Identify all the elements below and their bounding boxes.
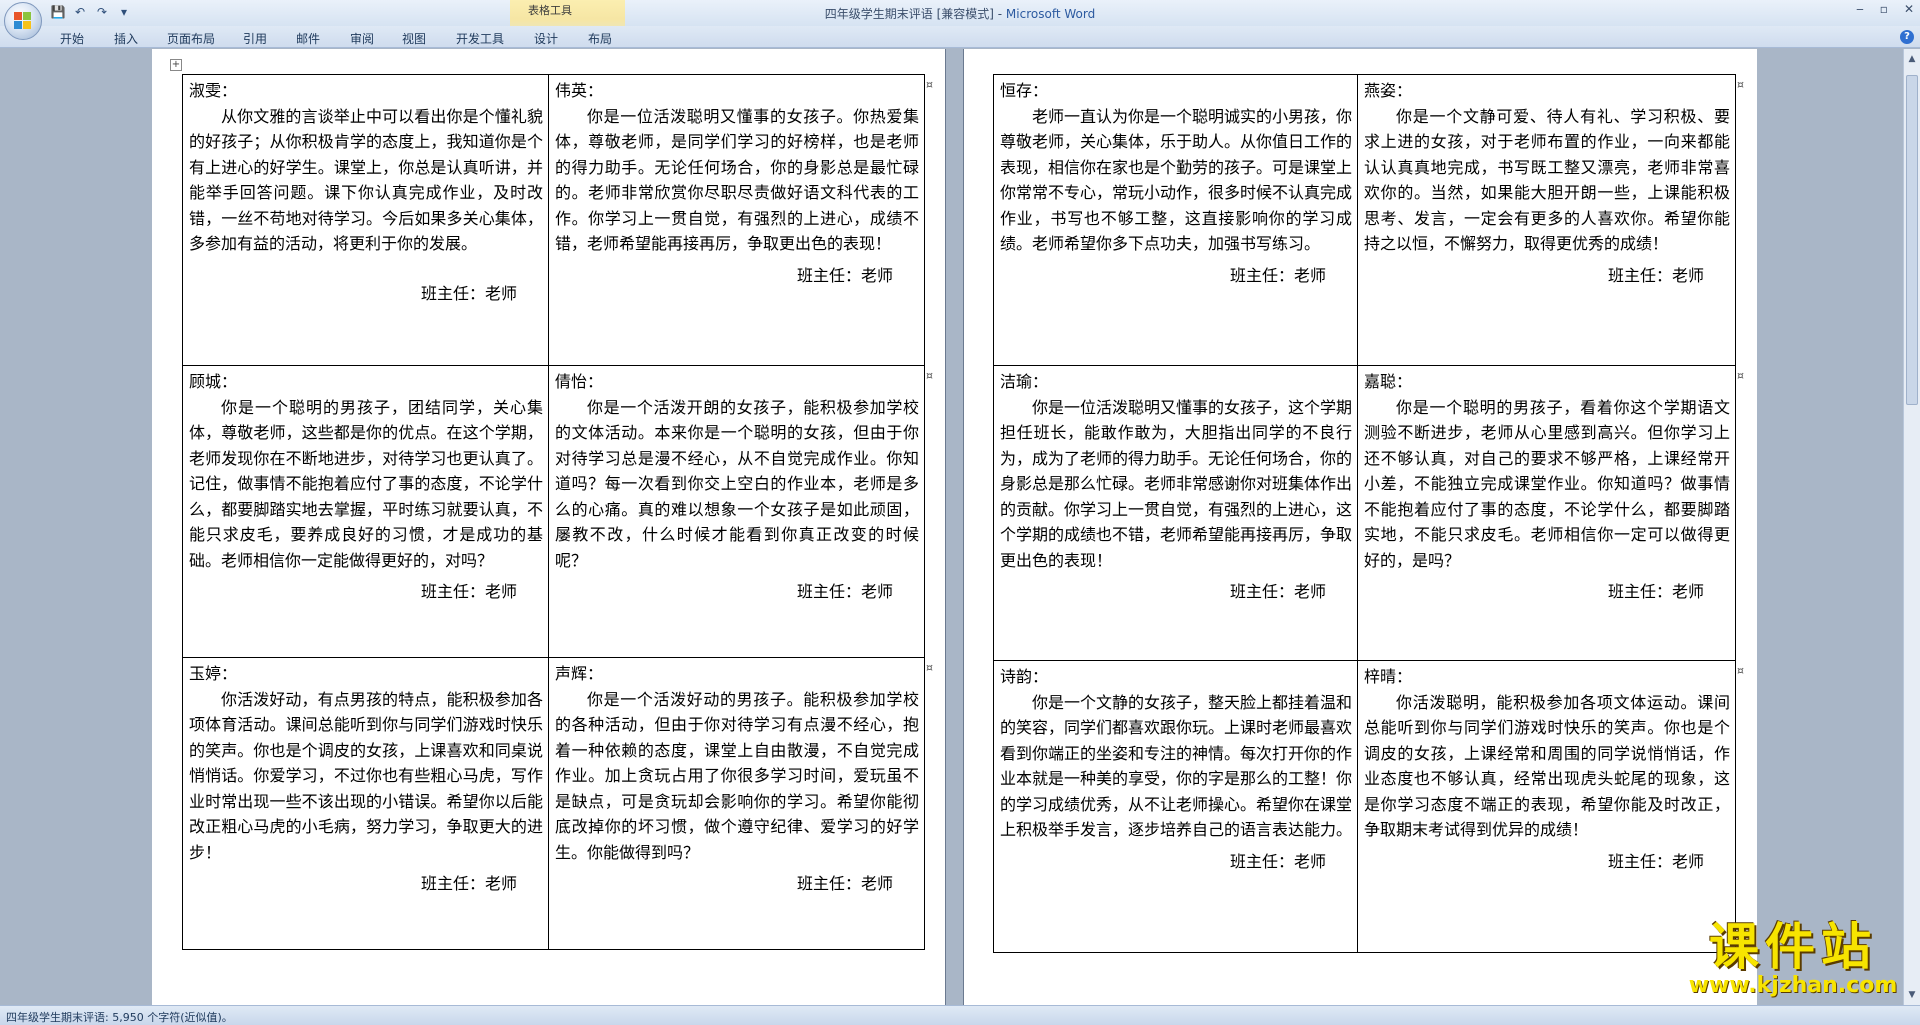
scroll-thumb[interactable]: [1906, 75, 1918, 405]
vertical-scrollbar[interactable]: ▲ ▼: [1903, 49, 1920, 1005]
student-name: 诗韵：: [1000, 667, 1049, 686]
help-icon[interactable]: ?: [1900, 30, 1914, 44]
teacher-signature: 班主任：老师: [1229, 582, 1326, 601]
tab-insert[interactable]: 插入: [114, 30, 138, 47]
teacher-signature: 班主任：老师: [1607, 851, 1704, 871]
teacher-signature: 班主任：老师: [420, 283, 517, 303]
comment-text: 从你文雅的言谈举止中可以看出你是个懂礼貌的好孩子；从你积极肯学的态度上，我知道你…: [189, 106, 543, 254]
tab-home[interactable]: 开始: [60, 30, 84, 47]
comments-table-left: 淑雯： 从你文雅的言谈举止中可以看出你是个懂礼貌的好孩子；从你积极肯学的态度上，…: [182, 74, 925, 950]
table-row: 顾城： 你是一个聪明的男孩子，团结同学，关心集体，尊敬老师，这些都是你的优点。在…: [182, 365, 925, 658]
teacher-signature: 班主任：老师: [420, 582, 517, 601]
teacher-signature: 班主任：老师: [1229, 265, 1326, 285]
office-button[interactable]: [4, 2, 42, 40]
status-bar: 四年级学生期末评语: 5,950 个字符(近似值)。: [0, 1005, 1920, 1025]
window-title: 四年级学生期末评语 [兼容模式] - Microsoft Word: [0, 5, 1920, 22]
table-row: 诗韵： 你是一个文静的女孩子，整天脸上都挂着温和的笑容，同学们都喜欢跟你玩。上课…: [993, 660, 1736, 953]
student-name: 燕姿：: [1364, 81, 1413, 100]
comment-text: 你是一个活泼开朗的女孩子，能积极参加学校的文体活动。本来你是一个聪明的女孩，但由…: [555, 397, 919, 570]
comment-cell[interactable]: 声辉： 你是一个活泼好动的男孩子。能积极参加学校的各种活动，但由于你对待学习有点…: [548, 657, 925, 950]
student-name: 玉婷：: [189, 664, 238, 683]
student-name: 淑雯：: [189, 81, 238, 100]
student-name: 声辉：: [555, 664, 604, 683]
window-controls: ‒ ▫ ✕: [1856, 2, 1914, 16]
comment-text: 老师一直认为你是一个聪明诚实的小男孩，你尊敬老师，关心集体，乐于助人。从你值日工…: [1000, 106, 1353, 254]
comment-cell[interactable]: 诗韵： 你是一个文静的女孩子，整天脸上都挂着温和的笑容，同学们都喜欢跟你玩。上课…: [993, 660, 1358, 953]
teacher-signature: 班主任：老师: [1607, 582, 1704, 601]
tab-review[interactable]: 审阅: [350, 30, 374, 47]
minimize-icon[interactable]: ‒: [1856, 2, 1864, 16]
comment-text: 你是一个活泼好动的男孩子。能积极参加学校的各种活动，但由于你对待学习有点漫不经心…: [555, 689, 919, 862]
comment-cell[interactable]: 伟英： 你是一位活泼聪明又懂事的女孩子。你热爱集体，尊敬老师，是同学们学习的好榜…: [548, 74, 925, 366]
student-name: 倩怡：: [555, 372, 604, 391]
comment-text: 你是一个聪明的男孩子，看着你这个学期语文测验不断进步，老师从心里感到高兴。但你学…: [1364, 397, 1730, 570]
table-row: 玉婷： 你活泼好动，有点男孩的特点，能积极参加各项体育活动。课间总能听到你与同学…: [182, 657, 925, 950]
comment-cell[interactable]: 洁瑜： 你是一位活泼聪明又懂事的女孩子，这个学期担任班长，能敢作敢为，大胆指出同…: [993, 365, 1358, 661]
row-end-mark: ¤: [1737, 78, 1744, 91]
row-end-mark: ¤: [1737, 369, 1744, 382]
comment-text: 你活泼聪明，能积极参加各项文体运动。课间总能听到你与同学们游戏时快乐的笑声。你也…: [1364, 692, 1730, 840]
comment-cell[interactable]: 淑雯： 从你文雅的言谈举止中可以看出你是个懂礼貌的好孩子；从你积极肯学的态度上，…: [182, 74, 549, 366]
table-row: 洁瑜： 你是一位活泼聪明又懂事的女孩子，这个学期担任班长，能敢作敢为，大胆指出同…: [993, 365, 1736, 661]
ribbon-tabs: 开始 插入 页面布局 引用 邮件 审阅 视图 开发工具 设计 布局 ?: [0, 26, 1920, 48]
close-icon[interactable]: ✕: [1904, 2, 1914, 16]
watermark-url: www.kjzhan.com: [1688, 973, 1898, 998]
office-logo-icon: [14, 12, 32, 30]
comment-cell[interactable]: 倩怡： 你是一个活泼开朗的女孩子，能积极参加学校的文体活动。本来你是一个聪明的女…: [548, 365, 925, 658]
title-bar: 💾 ↶ ↷ ▾ 四年级学生期末评语 [兼容模式] - Microsoft Wor…: [0, 0, 1920, 26]
comment-cell[interactable]: 梓晴： 你活泼聪明，能积极参加各项文体运动。课间总能听到你与同学们游戏时快乐的笑…: [1357, 660, 1736, 953]
teacher-signature: 班主任：老师: [1607, 265, 1704, 285]
tab-view[interactable]: 视图: [402, 30, 426, 47]
comment-cell[interactable]: 恒存： 老师一直认为你是一个聪明诚实的小男孩，你尊敬老师，关心集体，乐于助人。从…: [993, 74, 1358, 366]
comment-text: 你是一个文静的女孩子，整天脸上都挂着温和的笑容，同学们都喜欢跟你玩。上课时老师最…: [1000, 692, 1353, 840]
tab-references[interactable]: 引用: [243, 30, 267, 47]
document-title: 四年级学生期末评语 [兼容模式] -: [824, 7, 1006, 21]
row-end-mark: ¤: [1737, 664, 1744, 677]
teacher-signature: 班主任：老师: [796, 874, 893, 893]
comment-text: 你活泼好动，有点男孩的特点，能积极参加各项体育活动。课间总能听到你与同学们游戏时…: [189, 689, 543, 862]
tab-developer[interactable]: 开发工具: [456, 30, 504, 47]
watermark: 课件站 www.kjzhan.com: [1668, 920, 1918, 998]
comment-cell[interactable]: 燕姿： 你是一个文静可爱、待人有礼、学习积极、要求上进的女孩，对于老师布置的作业…: [1357, 74, 1736, 366]
student-name: 洁瑜：: [1000, 372, 1049, 391]
comment-cell[interactable]: 嘉聪： 你是一个聪明的男孩子，看着你这个学期语文测验不断进步，老师从心里感到高兴…: [1357, 365, 1736, 661]
comment-text: 你是一位活泼聪明又懂事的女孩子，这个学期担任班长，能敢作敢为，大胆指出同学的不良…: [1000, 397, 1353, 570]
comment-cell[interactable]: 顾城： 你是一个聪明的男孩子，团结同学，关心集体，尊敬老师，这些都是你的优点。在…: [182, 365, 549, 658]
tab-mailings[interactable]: 邮件: [296, 30, 320, 47]
comments-table-right: 恒存： 老师一直认为你是一个聪明诚实的小男孩，你尊敬老师，关心集体，乐于助人。从…: [993, 74, 1736, 953]
watermark-title: 课件站: [1709, 918, 1877, 976]
tab-page-layout[interactable]: 页面布局: [167, 30, 215, 47]
table-row: 淑雯： 从你文雅的言谈举止中可以看出你是个懂礼貌的好孩子；从你积极肯学的态度上，…: [182, 74, 925, 366]
student-name: 恒存：: [1000, 81, 1049, 100]
teacher-signature: 班主任：老师: [1229, 851, 1326, 871]
row-end-mark: ¤: [926, 369, 933, 382]
tab-design[interactable]: 设计: [534, 30, 558, 47]
app-name: Microsoft Word: [1005, 7, 1096, 21]
teacher-signature: 班主任：老师: [796, 582, 893, 601]
status-text: 四年级学生期末评语: 5,950 个字符(近似值)。: [6, 1011, 233, 1024]
student-name: 伟英：: [555, 81, 604, 100]
scroll-up-arrow-icon[interactable]: ▲: [1906, 53, 1918, 65]
student-name: 顾城：: [189, 372, 238, 391]
comment-text: 你是一位活泼聪明又懂事的女孩子。你热爱集体，尊敬老师，是同学们学习的好榜样，也是…: [555, 106, 919, 254]
maximize-icon[interactable]: ▫: [1880, 2, 1888, 16]
comment-text: 你是一个聪明的男孩子，团结同学，关心集体，尊敬老师，这些都是你的优点。在这个学期…: [189, 397, 543, 570]
row-end-mark: ¤: [926, 661, 933, 674]
comment-cell[interactable]: 玉婷： 你活泼好动，有点男孩的特点，能积极参加各项体育活动。课间总能听到你与同学…: [182, 657, 549, 950]
student-name: 嘉聪：: [1364, 372, 1413, 391]
student-name: 梓晴：: [1364, 667, 1413, 686]
table-move-handle-icon[interactable]: +: [170, 59, 182, 71]
tab-layout[interactable]: 布局: [588, 30, 612, 47]
comment-text: 你是一个文静可爱、待人有礼、学习积极、要求上进的女孩，对于老师布置的作业，一向来…: [1364, 106, 1730, 254]
teacher-signature: 班主任：老师: [420, 874, 517, 893]
table-row: 恒存： 老师一直认为你是一个聪明诚实的小男孩，你尊敬老师，关心集体，乐于助人。从…: [993, 74, 1736, 366]
teacher-signature: 班主任：老师: [796, 265, 893, 285]
row-end-mark: ¤: [926, 78, 933, 91]
